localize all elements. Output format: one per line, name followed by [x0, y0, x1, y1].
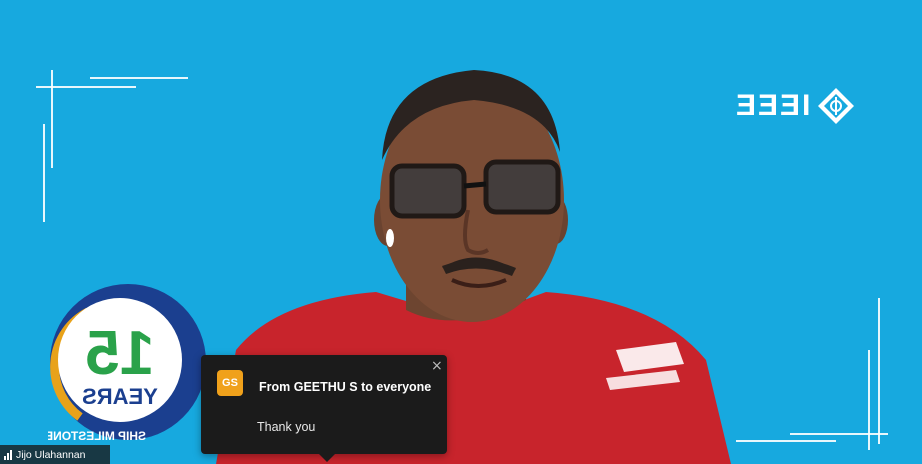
close-icon[interactable]: × [431, 359, 443, 373]
chat-message-text: Thank you [257, 420, 316, 434]
ieee-diamond-icon [818, 88, 855, 124]
fifteen-years-badge: 15 YEARS SHIP MILESTONE [48, 284, 206, 442]
signal-strength-icon [4, 449, 12, 460]
badge-ring-text: SHIP MILESTONE [48, 429, 146, 442]
video-feed: IEEE 15 YEARS SHIP MILESTONE GS From GEE… [0, 0, 922, 464]
participant-name: Jijo Ulahannan [16, 448, 86, 461]
ieee-logo: IEEE [734, 86, 856, 126]
frame-line [868, 350, 870, 450]
chat-notification[interactable]: GS From GEETHU S to everyone Thank you × [201, 355, 447, 462]
frame-line [790, 433, 888, 435]
participant-name-tag: Jijo Ulahannan [0, 445, 110, 464]
frame-line [90, 77, 188, 79]
badge-number: 15 [86, 319, 155, 388]
badge-years: YEARS [82, 384, 158, 409]
frame-line [51, 70, 53, 168]
chat-notification-title: From GEETHU S to everyone [259, 380, 432, 394]
sender-avatar: GS [217, 370, 243, 396]
frame-line [878, 298, 880, 444]
frame-line [43, 124, 45, 222]
frame-line [736, 440, 836, 442]
